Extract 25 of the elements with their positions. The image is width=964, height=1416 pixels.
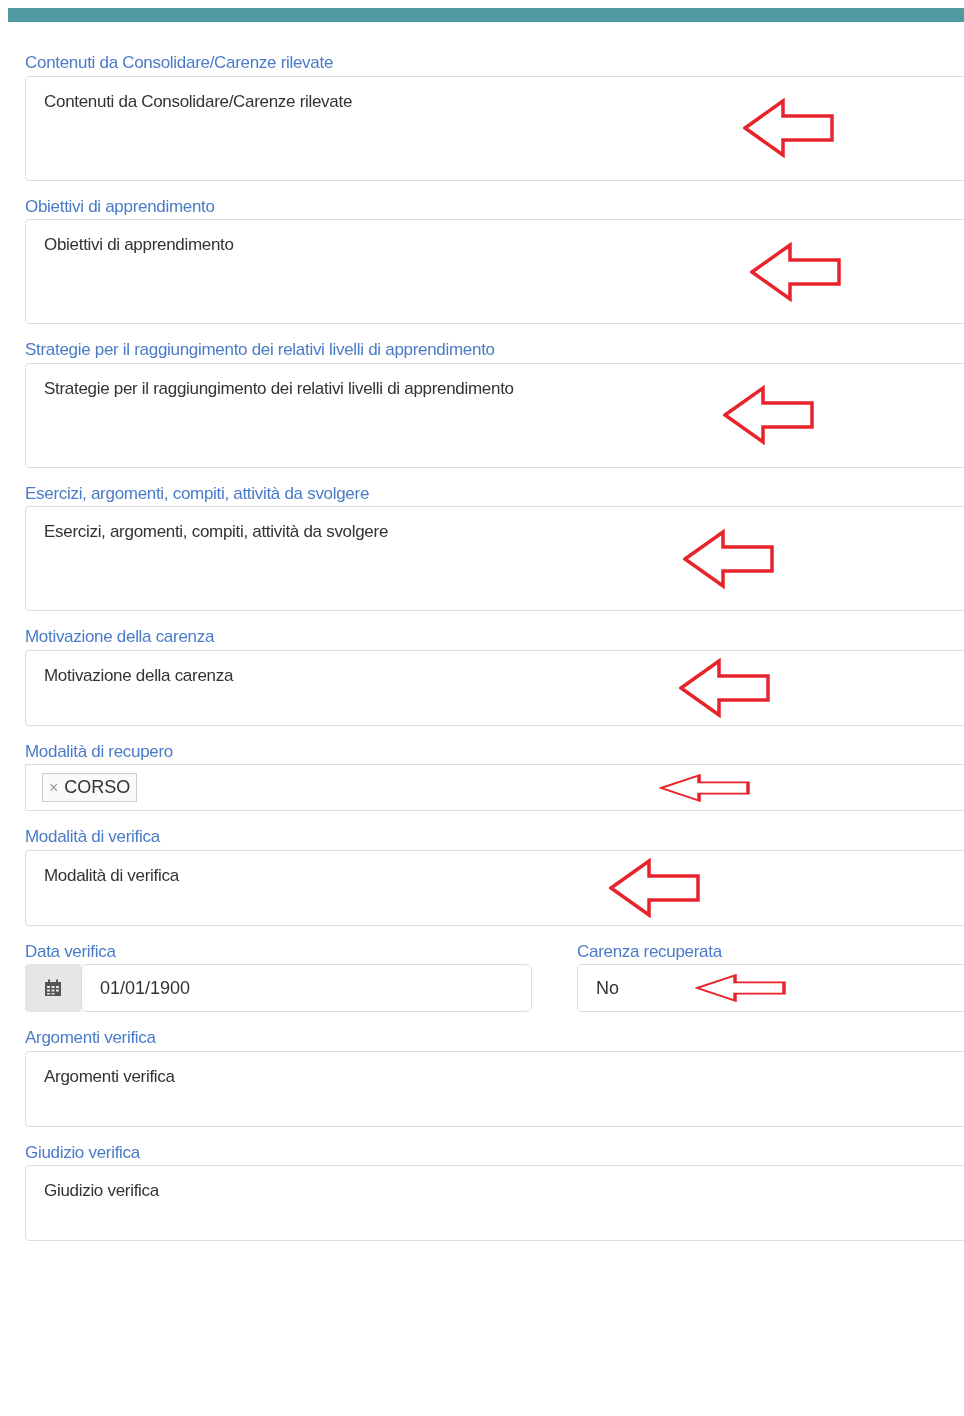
field-label: Argomenti verifica	[25, 1028, 156, 1048]
tag-label: CORSO	[64, 776, 131, 799]
field-label: Contenuti da Consolidare/Carenze rilevate	[25, 53, 334, 73]
field-label: Motivazione della carenza	[25, 627, 215, 647]
text-area[interactable]: Motivazione della carenza	[25, 649, 964, 726]
text-area[interactable]: Giudizio verifica	[25, 1165, 964, 1241]
field-label: Esercizi, argomenti, compiti, attività da svolgere	[25, 483, 370, 504]
selected-tag[interactable]: × CORSO	[42, 773, 138, 802]
text-area[interactable]: Obiettivi di apprendimento	[25, 219, 964, 324]
calendar-icon[interactable]	[44, 979, 62, 997]
text-area[interactable]: Argomenti verifica	[25, 1050, 964, 1127]
tags-field[interactable]: × CORSO	[25, 764, 964, 811]
field-label: Carenza recuperata	[577, 941, 722, 962]
text-area[interactable]: Contenuti da Consolidare/Carenze rilevate	[25, 75, 964, 181]
text-area[interactable]: Strategie per il raggiungimento dei relativi livelli di apprendimento	[25, 362, 964, 468]
field-label: Giudizio verifica	[25, 1142, 140, 1163]
field-label: Data verifica	[25, 941, 116, 962]
field-label: Strategie per il raggiungimento dei relativi livelli di apprendimento	[25, 340, 495, 360]
date-input[interactable]: 01/01/1900	[81, 964, 532, 1012]
field-label: Modalità di recupero	[25, 741, 174, 762]
select-field[interactable]: No	[577, 964, 964, 1012]
field-label: Modalità di verifica	[25, 827, 160, 847]
text-area[interactable]: Esercizi, argomenti, compiti, attività da svolgere	[25, 506, 964, 611]
field-label: Obiettivi di apprendimento	[25, 196, 215, 217]
text-area[interactable]: Modalità di verifica	[25, 849, 964, 926]
